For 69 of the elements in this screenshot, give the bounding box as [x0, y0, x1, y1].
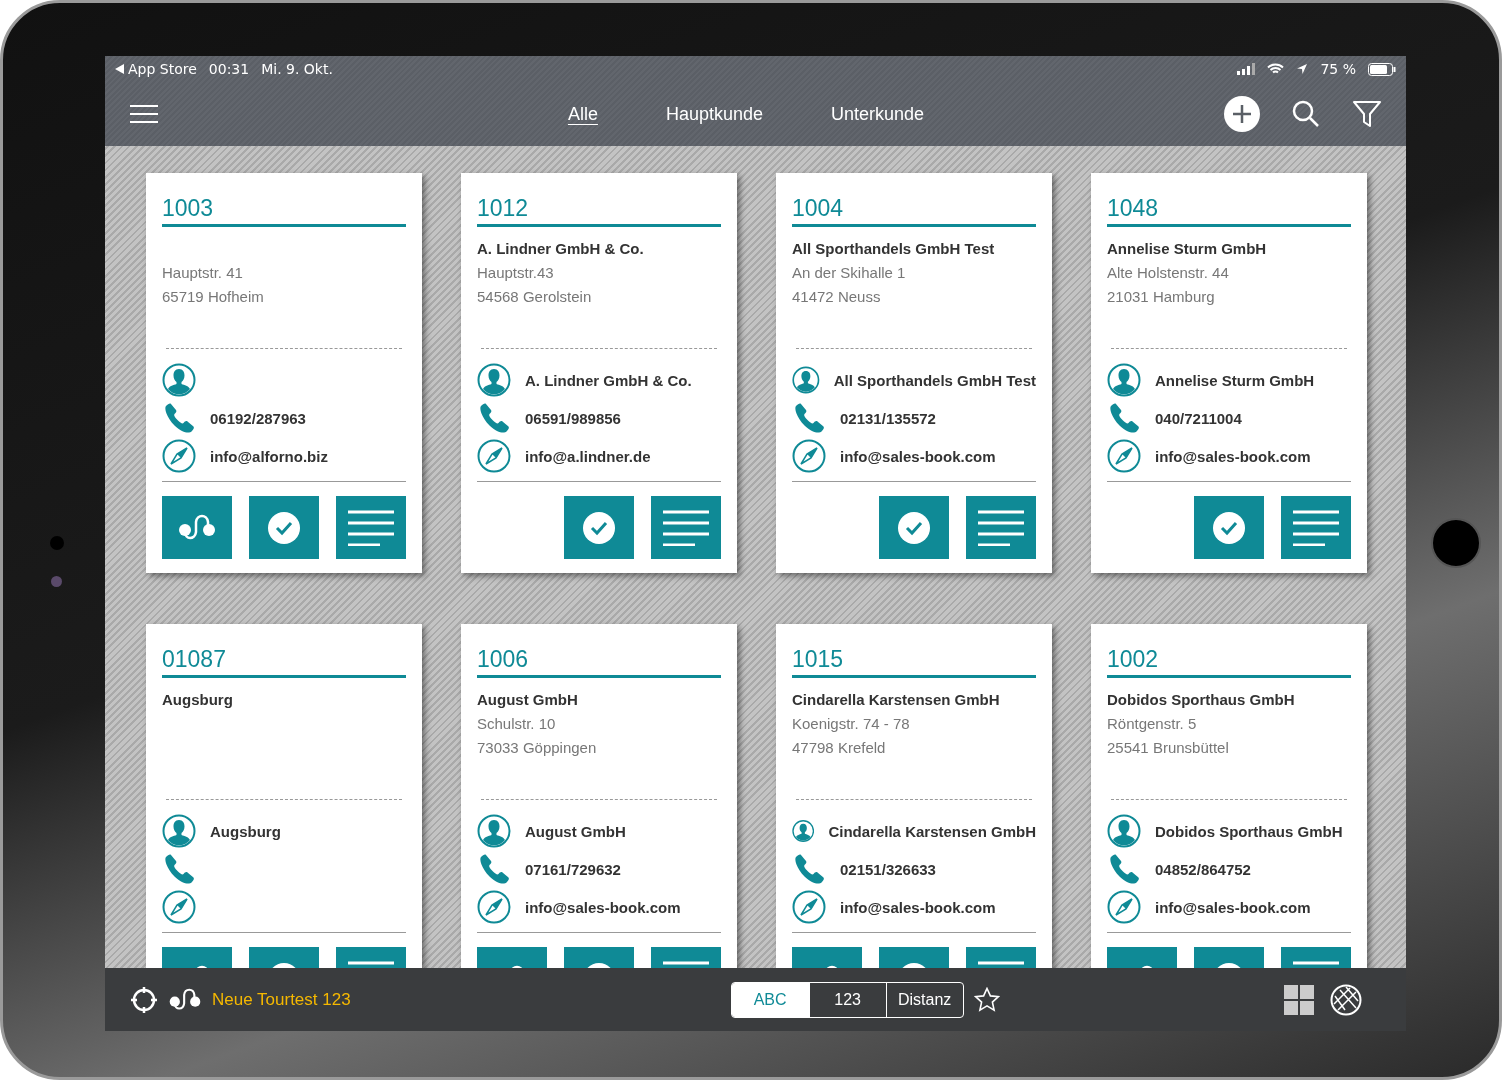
email-address[interactable]: info@sales-book.com: [840, 898, 996, 916]
email-address[interactable]: info@sales-book.com: [840, 447, 996, 465]
street-address: An der Skihalle 1: [792, 263, 907, 283]
company-name: A. Lindner GmbH & Co.: [477, 239, 645, 259]
street-address: Koenigstr. 74 - 78: [792, 714, 911, 734]
city-address: 54568 Gerolstein: [477, 287, 593, 307]
phone-number[interactable]: 040/7211004: [1155, 409, 1242, 427]
filter-tab[interactable]: Alle: [553, 99, 612, 129]
phone-number[interactable]: 06192/287963: [210, 409, 306, 427]
customer-card[interactable]: 1002 Dobidos Sporthaus GmbH Röntgenstr. 5 25541 Brunsbüttel Dobidos Sporthaus GmbH 04852/864752 info@sales-book.com: [1091, 624, 1367, 968]
phone-number[interactable]: 04852/864752: [1155, 860, 1251, 878]
contact-name: Dobidos Sporthaus GmbH: [1155, 822, 1343, 840]
email-address[interactable]: info@alforno.biz: [210, 447, 328, 465]
company-name: Cindarella Karstensen GmbH: [792, 690, 1001, 710]
battery-percent: 75 %: [1320, 61, 1356, 77]
city-address: 65719 Hofheim: [162, 287, 265, 307]
customer-card[interactable]: 1012 A. Lindner GmbH & Co. Hauptstr.43 54568 Gerolstein A. Lindner GmbH & Co. 06591/989856 info@a.lindner.de: [461, 173, 737, 573]
customer-number: 01087: [162, 646, 406, 678]
street-address: Alte Holstenstr. 44: [1107, 263, 1230, 283]
status-date: Mi. 9. Okt.: [261, 61, 333, 77]
filter-tab[interactable]: Unterkunde: [817, 99, 939, 129]
street-address: Hauptstr. 41: [162, 263, 244, 283]
customer-card[interactable]: 1003 Hauptstr. 41 65719 Hofheim 06192/287963 info@alforno.biz: [146, 173, 422, 573]
city-address: 25541 Brunsbüttel: [1107, 738, 1230, 758]
email-address[interactable]: info@a.lindner.de: [525, 447, 651, 465]
contact-name: August GmbH: [525, 822, 626, 840]
contact-name: All Sporthandels GmbH Test: [833, 371, 1036, 389]
phone-number[interactable]: 06591/989856: [525, 409, 621, 427]
customer-number: 1048: [1107, 195, 1351, 227]
customer-number: 1003: [162, 195, 406, 227]
email-address[interactable]: info@sales-book.com: [525, 898, 681, 916]
phone-number[interactable]: 02151/326633: [840, 860, 936, 878]
customer-card[interactable]: 1006 August GmbH Schulstr. 10 73033 Göppingen August GmbH 07161/729632 info@sales-book.com: [461, 624, 737, 968]
customer-number: 1012: [477, 195, 721, 227]
customer-number: 1006: [477, 646, 721, 678]
phone-number[interactable]: 07161/729632: [525, 860, 621, 878]
sort-option[interactable]: 123: [808, 982, 886, 1017]
email-address[interactable]: info@sales-book.com: [1155, 447, 1311, 465]
back-to-app-link[interactable]: App Store: [128, 61, 197, 77]
city-address: 73033 Göppingen: [477, 738, 598, 758]
customer-number: 1004: [792, 195, 1036, 227]
tour-name[interactable]: Neue Tourtest 123: [212, 989, 351, 1010]
contact-name: Augsburg: [210, 822, 281, 840]
company-name: Dobidos Sporthaus GmbH: [1107, 690, 1296, 710]
customer-card[interactable]: 01087 Augsburg Augsburg: [146, 624, 422, 968]
city-address: 47798 Krefeld: [792, 738, 887, 758]
contact-name: Annelise Sturm GmbH: [1155, 371, 1315, 389]
city-address: 41472 Neuss: [792, 287, 882, 307]
street-address: Hauptstr.43: [477, 263, 555, 283]
filter-tab[interactable]: Hauptkunde: [651, 99, 777, 129]
sort-option[interactable]: ABC: [731, 982, 809, 1017]
street-address: Schulstr. 10: [477, 714, 557, 734]
city-address: 21031 Hamburg: [1107, 287, 1216, 307]
customer-card[interactable]: 1004 All Sporthandels GmbH Test An der Skihalle 1 41472 Neuss All Sporthandels GmbH Test 02131/135572 info@sales-book.com: [776, 173, 1052, 573]
sort-option[interactable]: Distanz: [885, 982, 963, 1017]
customer-card[interactable]: 1015 Cindarella Karstensen GmbH Koenigstr. 74 - 78 47798 Krefeld Cindarella Karstensen GmbH 02151/326633 info@sales-book.com: [776, 624, 1052, 968]
street-address: Röntgenstr. 5: [1107, 714, 1198, 734]
customer-number: 1015: [792, 646, 1036, 678]
contact-name: A. Lindner GmbH & Co.: [525, 371, 692, 389]
company-name: August GmbH: [477, 690, 579, 710]
customer-number: 1002: [1107, 646, 1351, 678]
company-name: Annelise Sturm GmbH: [1107, 239, 1268, 259]
email-address[interactable]: info@sales-book.com: [1155, 898, 1311, 916]
contact-name: Cindarella Karstensen GmbH: [828, 822, 1036, 840]
company-name: All Sporthandels GmbH Test: [792, 239, 996, 259]
customer-card[interactable]: 1048 Annelise Sturm GmbH Alte Holstenstr. 44 21031 Hamburg Annelise Sturm GmbH 040/7211004 info@sales-book.com: [1091, 173, 1367, 573]
status-time: 00:31: [208, 61, 250, 77]
phone-number[interactable]: 02131/135572: [840, 409, 936, 427]
company-name: Augsburg: [162, 690, 234, 710]
